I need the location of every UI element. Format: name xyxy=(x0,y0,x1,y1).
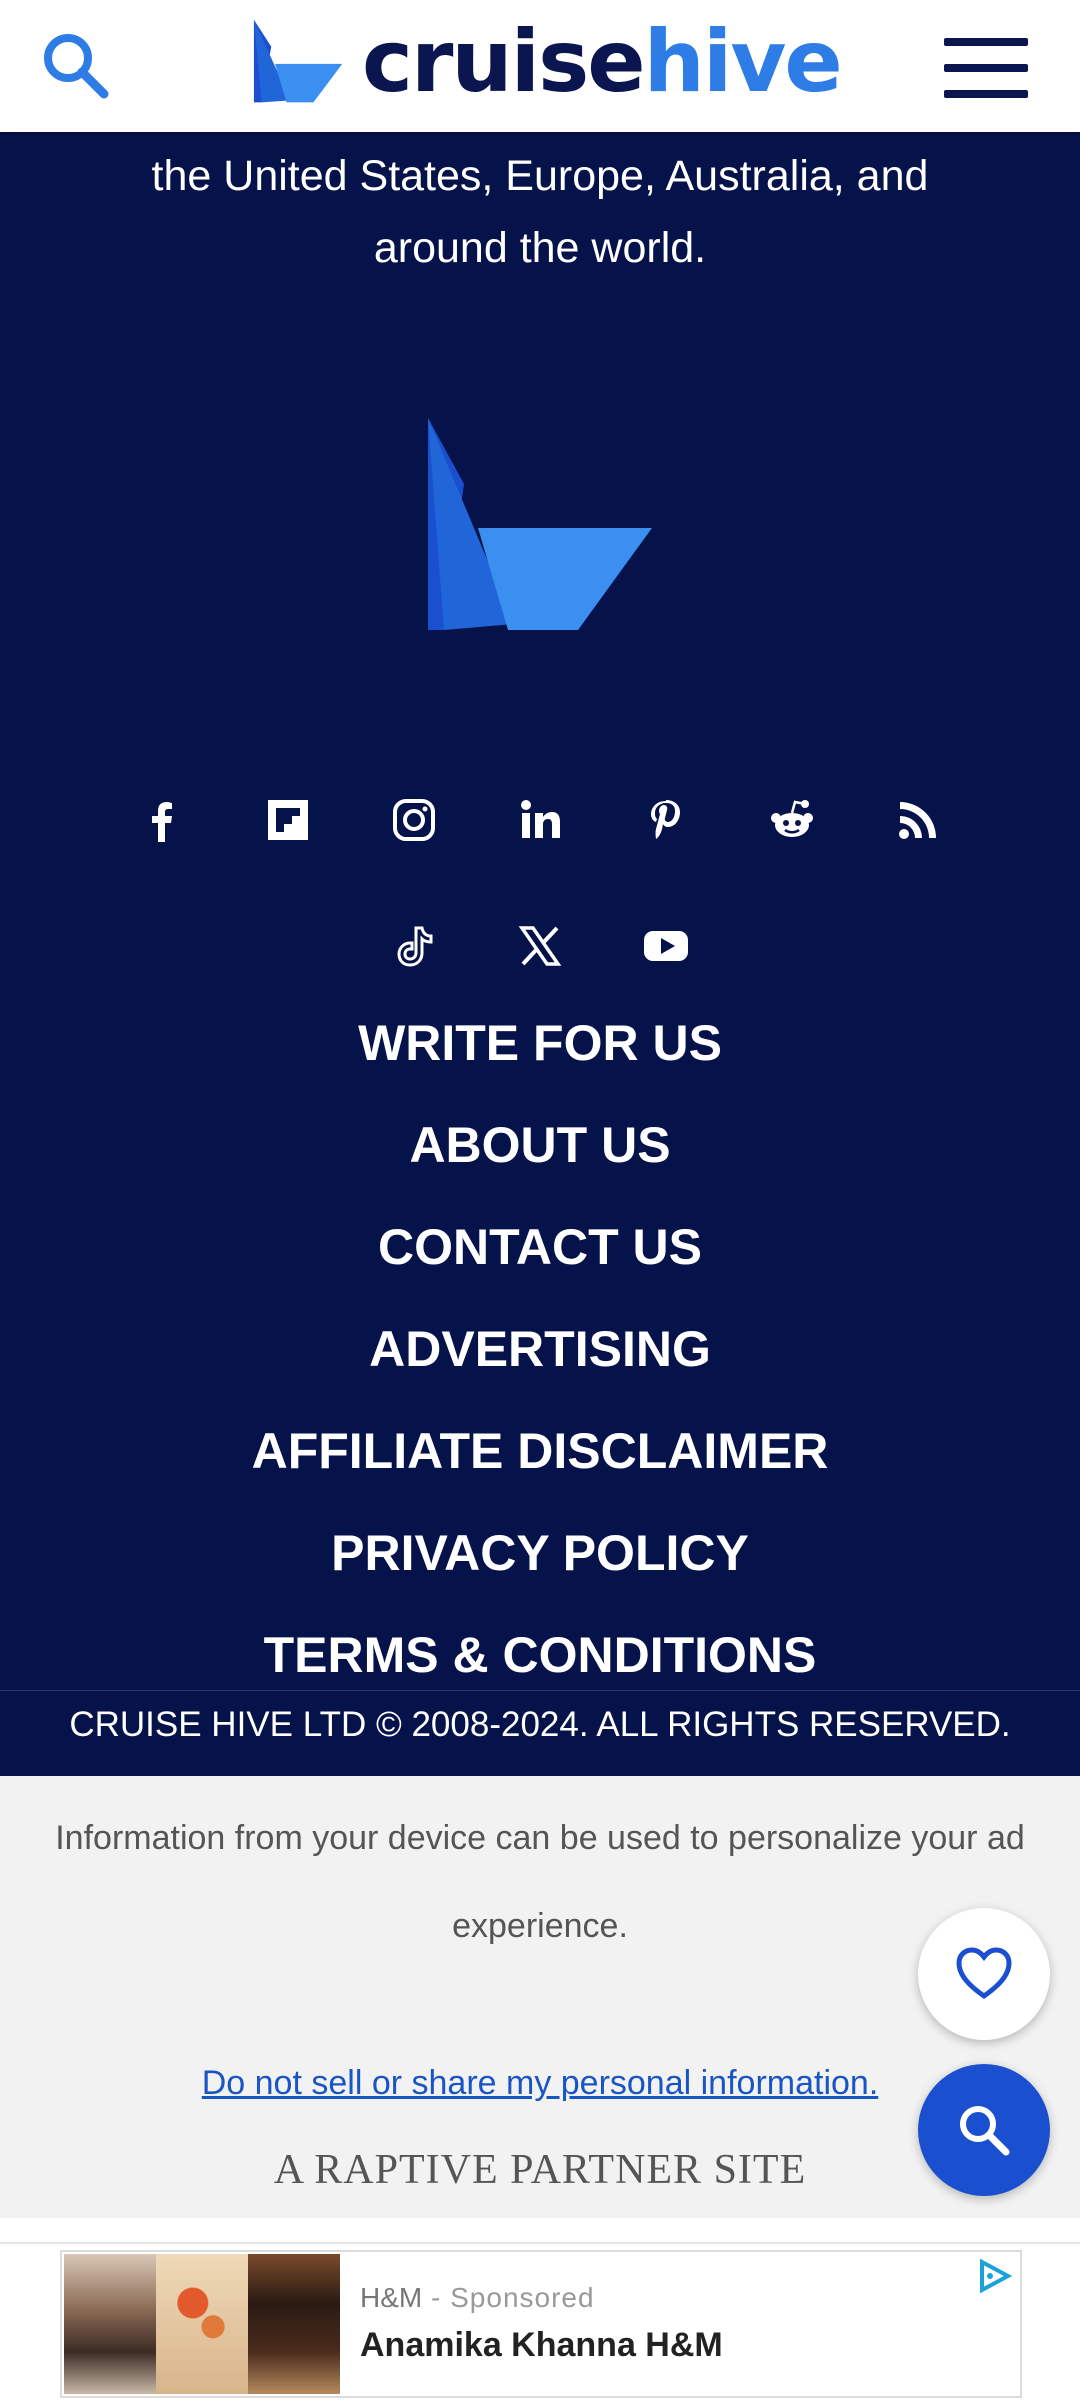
ad-image xyxy=(64,2254,340,2394)
search-icon xyxy=(960,2106,1010,2156)
floating-search-button[interactable] xyxy=(918,2064,1050,2196)
ad-image-model xyxy=(64,2254,156,2394)
rss-icon xyxy=(899,802,936,839)
reddit-link[interactable] xyxy=(729,784,855,856)
menu-bar xyxy=(944,64,1028,72)
about-us-link[interactable]: ABOUT US xyxy=(0,1094,1080,1196)
ad-sponsor-line: H&M - Sponsored xyxy=(360,2282,595,2314)
menu-bar xyxy=(944,90,1028,98)
ad-separator xyxy=(0,2218,1080,2244)
adchoices-icon[interactable] xyxy=(976,2258,1012,2294)
contact-us-link[interactable]: CONTACT US xyxy=(0,1196,1080,1298)
site-header: cruisehive xyxy=(0,0,1080,132)
cruisehive-logo-mark xyxy=(253,19,343,103)
search-icon xyxy=(44,34,109,99)
heart-icon xyxy=(956,1947,1012,2000)
tiktok-link[interactable] xyxy=(351,910,477,982)
ad-info-section: Information from your device can be used… xyxy=(0,1776,1080,2218)
reddit-icon xyxy=(771,800,813,837)
ad-title: Anamika Khanna H&M xyxy=(360,2326,723,2364)
footer-links: WRITE FOR US ABOUT US CONTACT US ADVERTI… xyxy=(0,992,1080,1706)
tiktok-icon xyxy=(397,926,433,967)
linkedin-icon xyxy=(521,800,560,838)
divider xyxy=(0,2242,1080,2244)
logo-wordmark: cruisehive xyxy=(362,19,843,105)
menu-bar xyxy=(944,38,1028,46)
logo-wordmark-cruise: cruise xyxy=(362,12,646,112)
rss-link[interactable] xyxy=(855,784,981,856)
pinterest-icon xyxy=(651,800,680,839)
privacy-policy-link[interactable]: PRIVACY POLICY xyxy=(0,1502,1080,1604)
site-footer: porte. Millions of travelers rely on Cru… xyxy=(0,104,1080,1777)
affiliate-disclaimer-link[interactable]: AFFILIATE DISCLAIMER xyxy=(0,1400,1080,1502)
ad-separator-text: - xyxy=(422,2282,451,2313)
copyright-text: CRUISE HIVE LTD © 2008-2024. ALL RIGHTS … xyxy=(0,1690,1080,1777)
ad-image-outfit xyxy=(248,2254,340,2394)
ad-personalization-notice: Information from your device can be used… xyxy=(55,1819,1025,1945)
youtube-icon xyxy=(644,931,688,961)
x-link[interactable] xyxy=(477,910,603,982)
facebook-icon xyxy=(152,802,172,842)
youtube-link[interactable] xyxy=(603,910,729,982)
about-line-3: around the world. xyxy=(373,224,707,272)
linkedin-link[interactable] xyxy=(477,784,603,856)
advertising-link[interactable]: ADVERTISING xyxy=(0,1298,1080,1400)
social-links-row-1 xyxy=(0,784,1080,856)
facebook-link[interactable] xyxy=(99,784,225,856)
ad-image-earrings xyxy=(156,2254,248,2394)
x-icon xyxy=(518,926,562,966)
ad-sponsored-label: Sponsored xyxy=(450,2282,595,2313)
do-not-sell-link[interactable]: Do not sell or share my personal informa… xyxy=(0,2064,1080,2103)
social-links-row-2 xyxy=(0,910,1080,982)
hamburger-menu-button[interactable] xyxy=(944,38,1028,98)
instagram-icon xyxy=(393,799,435,841)
favorite-button[interactable] xyxy=(918,1908,1050,2040)
flipboard-link[interactable] xyxy=(225,784,351,856)
ad-brand: H&M xyxy=(360,2282,423,2313)
logo-wordmark-hive: hive xyxy=(643,12,843,112)
search-button[interactable] xyxy=(40,30,112,102)
write-for-us-link[interactable]: WRITE FOR US xyxy=(0,992,1080,1094)
cruisehive-logo-mark-large xyxy=(428,418,652,630)
raptive-partner-label: A RAPTIVE PARTNER SITE xyxy=(273,2147,807,2193)
flipboard-icon xyxy=(268,800,308,840)
pinterest-link[interactable] xyxy=(603,784,729,856)
sponsored-ad-banner[interactable]: H&M - Sponsored Anamika Khanna H&M xyxy=(60,2250,1022,2398)
site-logo[interactable]: cruisehive xyxy=(252,14,843,110)
instagram-link[interactable] xyxy=(351,784,477,856)
about-line-2: the United States, Europe, Australia, an… xyxy=(151,152,929,200)
